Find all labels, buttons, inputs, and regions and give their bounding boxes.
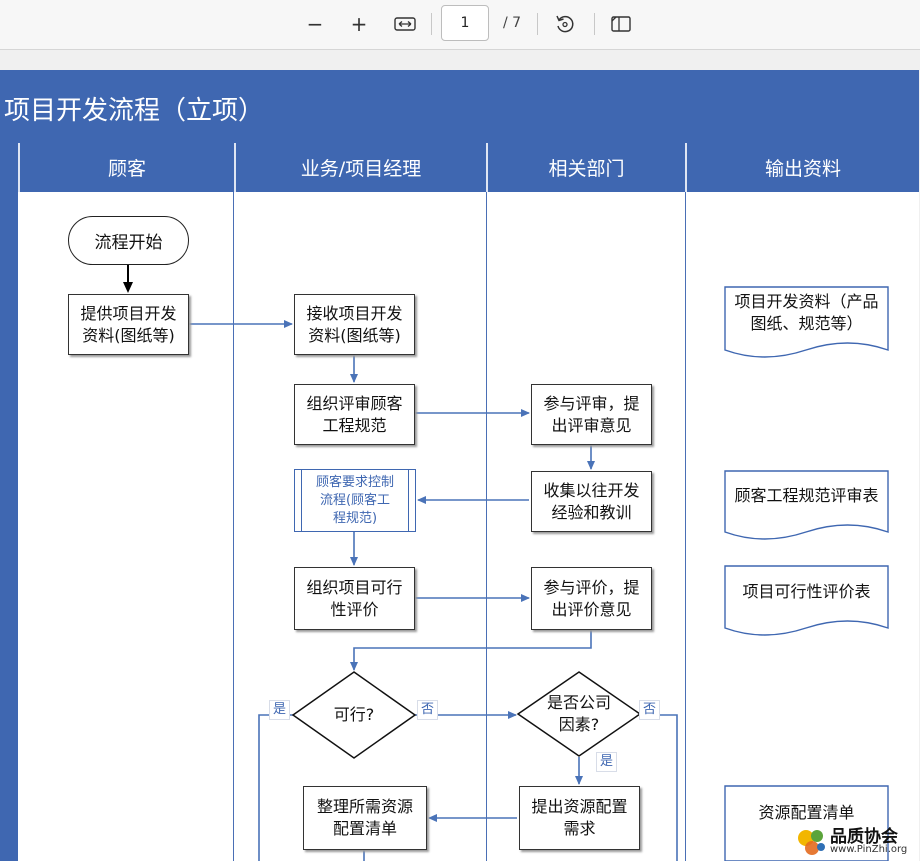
company-factor-question: 是否公司 因素? — [546, 693, 611, 734]
no-label: 否 — [417, 700, 439, 720]
output-doc-project-materials: 项目开发资料（产品 图纸、规范等） — [734, 292, 879, 333]
yes-label: 是 — [269, 700, 291, 720]
yes-label: 是 — [596, 752, 618, 772]
resource-list-box: 整理所需资源 配置清单 — [303, 786, 427, 850]
receive-materials-box: 接收项目开发 资料(图纸等) — [294, 294, 415, 355]
watermark: 品质协会 www.PinZhi.org — [794, 822, 920, 861]
join-review-box: 参与评审，提 出评审意见 — [531, 384, 652, 445]
feasible-question: 可行? — [333, 705, 375, 724]
start-terminal: 流程开始 — [68, 216, 189, 265]
output-doc-feasibility-form: 项目可行性评价表 — [742, 582, 871, 601]
join-feasibility-box: 参与评价，提 出评价意见 — [531, 567, 652, 630]
flow-connectors — [123, 265, 889, 861]
organize-feasibility-box: 组织项目可行 性评价 — [294, 567, 415, 630]
output-doc-review-form: 顾客工程规范评审表 — [734, 486, 879, 505]
watermark-logo-icon — [798, 830, 825, 855]
customer-requirement-subprocess[interactable]: 顾客要求控制 流程(顾客工 程规范) — [294, 469, 416, 532]
collect-experience-box: 收集以往开发 经验和教训 — [531, 471, 652, 532]
organize-review-box: 组织评审顾客 工程规范 — [294, 384, 415, 445]
no-label: 否 — [639, 700, 661, 720]
resource-request-box: 提出资源配置 需求 — [519, 786, 640, 850]
watermark-url: www.PinZhi.org — [830, 844, 908, 855]
provide-materials-box: 提供项目开发 资料(图纸等) — [68, 294, 189, 355]
